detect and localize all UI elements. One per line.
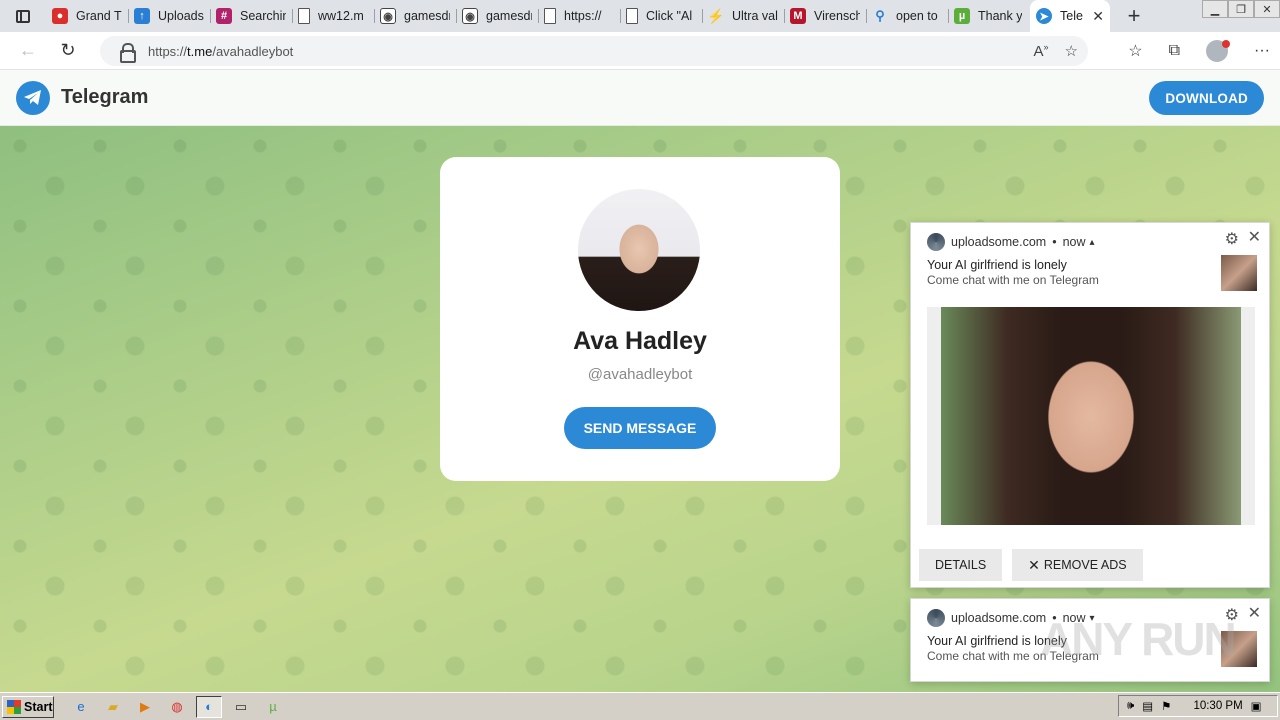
close-icon[interactable]: ✕ [1248, 227, 1261, 247]
edge-icon[interactable]: ◐ [196, 695, 222, 718]
notification-body: Come chat with me on Telegram [927, 273, 1099, 287]
close-icon: ✕ [1028, 556, 1040, 573]
anyrun-watermark: ANY RUN [1040, 613, 1237, 665]
url-text[interactable]: https://t.me/avahadleybot [148, 44, 293, 59]
profile-photo [578, 189, 700, 311]
chrome-icon[interactable]: ◍ [164, 696, 190, 718]
tab-list: ●Grand Th ↑Uploadsome #Searching ww12.m … [46, 0, 1110, 32]
send-message-button[interactable]: SEND MESSAGE [564, 407, 716, 449]
utorrent-icon: µ [954, 8, 970, 24]
quick-launch: e ▰ ▶ ◍ ◐ ▭ µ [68, 695, 286, 718]
more-menu-icon[interactable]: ··· [1254, 42, 1270, 60]
notification-thumbnail [1221, 255, 1257, 291]
tab[interactable]: ⚲ open to [866, 0, 948, 32]
remove-ads-button[interactable]: ✕ REMOVE ADS [1012, 549, 1143, 581]
taskbar: Start e ▰ ▶ ◍ ◐ ▭ µ 🕪 ▤ ⚑ 10:30 PM ▣ [0, 692, 1280, 720]
portrait-image [941, 307, 1241, 525]
close-icon[interactable]: ✕ [1248, 603, 1261, 623]
tab[interactable]: M Virensch [784, 0, 866, 32]
window-controls: ▁ ❐ ✕ [1202, 0, 1280, 18]
tab-actions-button[interactable] [0, 0, 46, 32]
notification-expanded[interactable]: uploadsome.com • now ▴ ⚙ ✕ Your AI girlf… [910, 222, 1270, 588]
new-tab-button[interactable]: + [1118, 0, 1150, 32]
tab-strip: ●Grand Th ↑Uploadsome #Searching ww12.m … [0, 0, 1280, 32]
favorites-icon[interactable]: ☆ [1128, 41, 1142, 61]
telegram-header: Telegram DOWNLOAD [0, 70, 1280, 126]
clock[interactable]: 10:30 PM [1193, 700, 1242, 712]
tab[interactable]: ww12.m [292, 0, 374, 32]
tab[interactable]: ◉ gamesdr [456, 0, 538, 32]
bolt-icon: ⚡ [707, 7, 725, 24]
close-tab-icon[interactable]: ✕ [1092, 8, 1104, 25]
system-tray: 🕪 ▤ ⚑ 10:30 PM ▣ [1118, 695, 1278, 717]
telegram-brand[interactable]: Telegram [61, 86, 148, 109]
shield-icon: M [790, 8, 806, 24]
details-button[interactable]: DETAILS [919, 549, 1003, 581]
profile-card: Ava Hadley @avahadleybot SEND MESSAGE [440, 157, 840, 481]
address-bar-actions: A» ☆ [1034, 36, 1078, 66]
windows-logo-icon [7, 699, 21, 714]
media-player-icon[interactable]: ▶ [132, 696, 158, 718]
page-icon [626, 8, 638, 24]
tab-actions-icon [16, 9, 30, 23]
lock-icon[interactable] [120, 43, 136, 63]
tab[interactable]: ●Grand Th [46, 0, 128, 32]
tab-active[interactable]: ➤ Tele ✕ [1030, 0, 1110, 32]
notification-actions: DETAILS ✕ REMOVE ADS [919, 549, 1143, 581]
edge-icon [927, 233, 945, 251]
collections-icon[interactable]: ⧉ [1169, 42, 1180, 60]
notification-header: uploadsome.com • now ▴ [927, 233, 1095, 251]
add-favorite-icon[interactable]: ☆ [1065, 42, 1078, 60]
volume-icon[interactable]: 🕪 [1127, 700, 1134, 713]
tab[interactable]: #Searching [210, 0, 292, 32]
search-icon: ⚲ [875, 8, 885, 23]
read-aloud-icon[interactable]: A» [1034, 42, 1049, 60]
ie-icon[interactable]: e [68, 696, 94, 718]
tab[interactable]: ⚡ Ultra val [702, 0, 784, 32]
gamepad-icon: ◉ [380, 8, 396, 24]
toolbar-actions: ☆ ⧉ ··· [1128, 32, 1270, 70]
tab[interactable]: Click "Al [620, 0, 702, 32]
notification-title: Your AI girlfriend is lonely [927, 258, 1067, 272]
slack-icon: # [216, 8, 232, 24]
address-bar[interactable]: https://t.me/avahadleybot A» ☆ [100, 36, 1088, 66]
red-icon: ● [52, 8, 68, 24]
network-icon[interactable]: ▤ [1142, 699, 1153, 713]
gamepad-icon: ◉ [462, 8, 478, 24]
tab[interactable]: https:// [538, 0, 620, 32]
minimize-button[interactable]: ▁ [1202, 0, 1228, 18]
refresh-button[interactable]: ↻ [48, 32, 88, 70]
upload-icon: ↑ [134, 8, 150, 24]
telegram-icon: ➤ [1036, 8, 1052, 24]
tab[interactable]: ◉ gamesdr [374, 0, 456, 32]
profile-name: Ava Hadley [573, 327, 707, 355]
restore-button[interactable]: ❐ [1228, 0, 1254, 18]
profile-avatar[interactable] [1206, 40, 1231, 62]
page-icon [544, 8, 556, 24]
notepad-icon[interactable]: ▭ [228, 696, 254, 718]
show-desktop-icon[interactable]: ▣ [1251, 699, 1262, 713]
notification-hero-image [927, 307, 1255, 525]
edge-icon [927, 609, 945, 627]
browser-toolbar: ← ↻ https://t.me/avahadleybot A» ☆ ☆ ⧉ ·… [0, 32, 1280, 70]
back-button[interactable]: ← [8, 32, 48, 70]
close-window-button[interactable]: ✕ [1254, 0, 1280, 18]
flag-icon[interactable]: ⚑ [1161, 699, 1171, 713]
telegram-logo-icon[interactable] [16, 80, 50, 115]
profile-handle: @avahadleybot [587, 366, 693, 383]
page-icon [298, 8, 310, 24]
tab[interactable]: ↑Uploadsome [128, 0, 210, 32]
start-button[interactable]: Start [2, 695, 54, 718]
settings-icon[interactable]: ⚙ [1225, 229, 1239, 249]
folder-icon[interactable]: ▰ [100, 696, 126, 718]
utorrent-icon[interactable]: µ [260, 696, 286, 718]
download-button[interactable]: DOWNLOAD [1149, 81, 1264, 115]
collapse-chevron-icon[interactable]: ▴ [1090, 237, 1095, 248]
tab[interactable]: µ Thank y [948, 0, 1030, 32]
